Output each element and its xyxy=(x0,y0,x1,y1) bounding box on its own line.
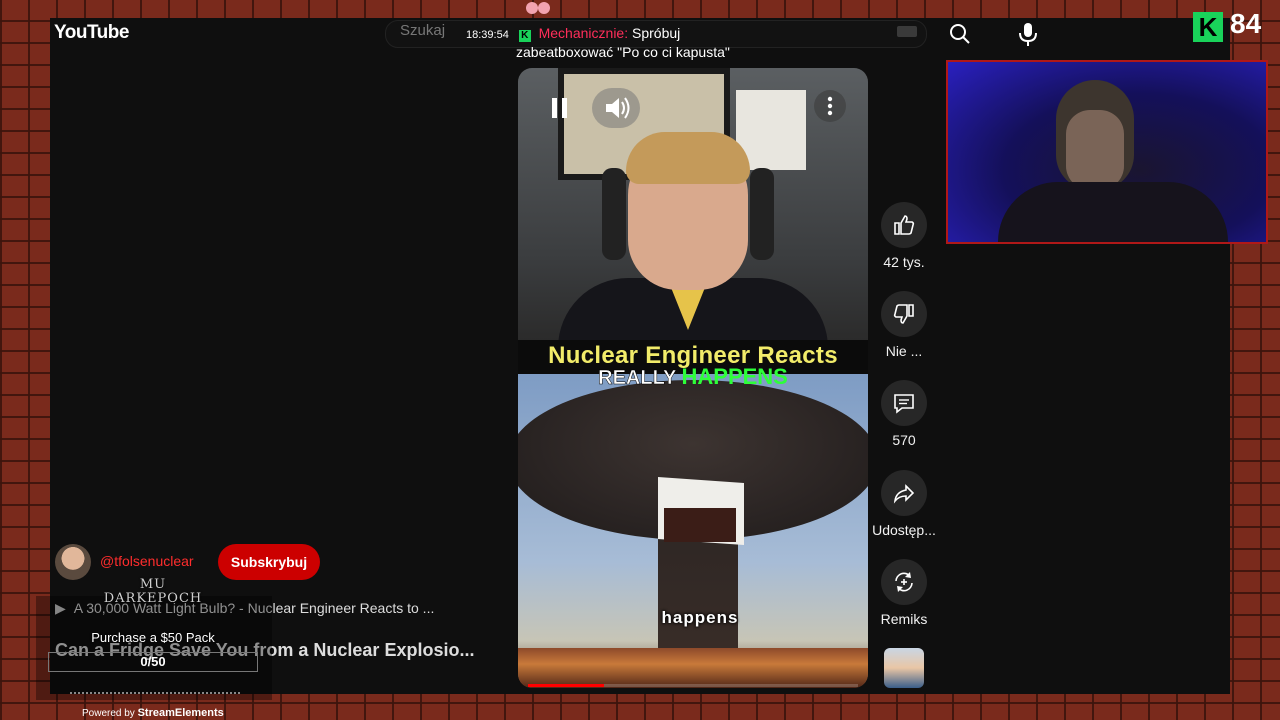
video-caption-subtitle: REALLY HAPPENS xyxy=(518,364,868,390)
dislike-label: Nie ... xyxy=(885,343,923,359)
video-progress-bar[interactable] xyxy=(528,684,858,687)
thumbs-down-icon[interactable] xyxy=(881,291,927,337)
remix-icon[interactable] xyxy=(881,559,927,605)
chat-username: Mechanicznie: xyxy=(538,25,629,41)
share-button[interactable]: Udostęp... xyxy=(870,470,938,538)
search-input[interactable]: Szukaj xyxy=(400,22,445,39)
comments-button[interactable]: 570 xyxy=(870,380,938,448)
fire-ground xyxy=(518,648,868,688)
share-icon[interactable] xyxy=(881,470,927,516)
comment-icon[interactable] xyxy=(881,380,927,426)
powered-brand: StreamElements xyxy=(137,707,224,719)
caption-word-really: REALLY xyxy=(598,367,676,390)
keyboard-icon[interactable] xyxy=(897,26,917,37)
microphone-icon[interactable] xyxy=(1015,20,1041,48)
remix-button[interactable]: Remiks xyxy=(870,559,938,627)
streamer-webcam xyxy=(946,60,1268,244)
avatar[interactable] xyxy=(55,544,91,580)
stream-goal-overlay xyxy=(36,596,272,700)
streamer-body xyxy=(998,182,1228,242)
video-top-half xyxy=(518,68,868,348)
like-count: 42 tys. xyxy=(883,254,925,270)
viewer-count: 84 xyxy=(1230,8,1262,39)
fridge-front xyxy=(664,508,736,542)
streamer-face xyxy=(1066,110,1124,190)
presenter-hair xyxy=(626,132,750,184)
dislike-button[interactable]: Nie ... xyxy=(870,291,938,359)
powered-by-label: Powered by StreamElements xyxy=(82,707,224,719)
kick-badge-icon: K xyxy=(518,30,531,42)
shorts-video-player[interactable]: Nuclear Engineer Reacts REALLY HAPPENS h… xyxy=(518,68,868,688)
chat-timestamp: 18:39:54 xyxy=(466,29,509,41)
chat-text-continued: zabeatboxować "Po co ci kapusta" xyxy=(516,44,730,60)
search-icon[interactable] xyxy=(947,22,973,46)
video-subtitle: happens xyxy=(661,608,739,627)
headphone-right xyxy=(750,168,774,260)
kick-logo-icon: K xyxy=(1193,12,1223,42)
caption-word-happens: HAPPENS xyxy=(681,364,788,389)
goal-progress-text: 0/50 xyxy=(140,654,166,669)
comment-count: 570 xyxy=(892,432,916,448)
video-progress-fill xyxy=(528,684,604,687)
volume-icon[interactable] xyxy=(592,88,640,128)
share-label: Udostęp... xyxy=(872,522,936,538)
pause-icon[interactable] xyxy=(548,94,572,122)
game-logo: MU DARKEPOCH xyxy=(103,577,203,606)
chat-emote-icon xyxy=(520,0,556,20)
like-button[interactable]: 42 tys. xyxy=(870,202,938,270)
youtube-logo[interactable]: YouTube xyxy=(54,22,129,44)
headphone-left xyxy=(602,168,626,260)
overlay-divider xyxy=(70,692,240,694)
subscribe-button[interactable]: Subskrybuj xyxy=(218,544,320,580)
chat-text: Spróbuj xyxy=(632,25,681,41)
remix-label: Remiks xyxy=(880,611,928,627)
more-options-icon[interactable] xyxy=(814,90,846,122)
channel-handle[interactable]: @tfolsenuclear xyxy=(100,553,194,569)
goal-label: Purchase a $50 Pack xyxy=(91,630,215,645)
powered-prefix: Powered by xyxy=(82,708,135,719)
channel-thumbnail[interactable] xyxy=(884,648,924,688)
chat-message: 18:39:54 K Mechanicznie: Spróbuj xyxy=(466,22,786,46)
thumbs-up-icon[interactable] xyxy=(881,202,927,248)
